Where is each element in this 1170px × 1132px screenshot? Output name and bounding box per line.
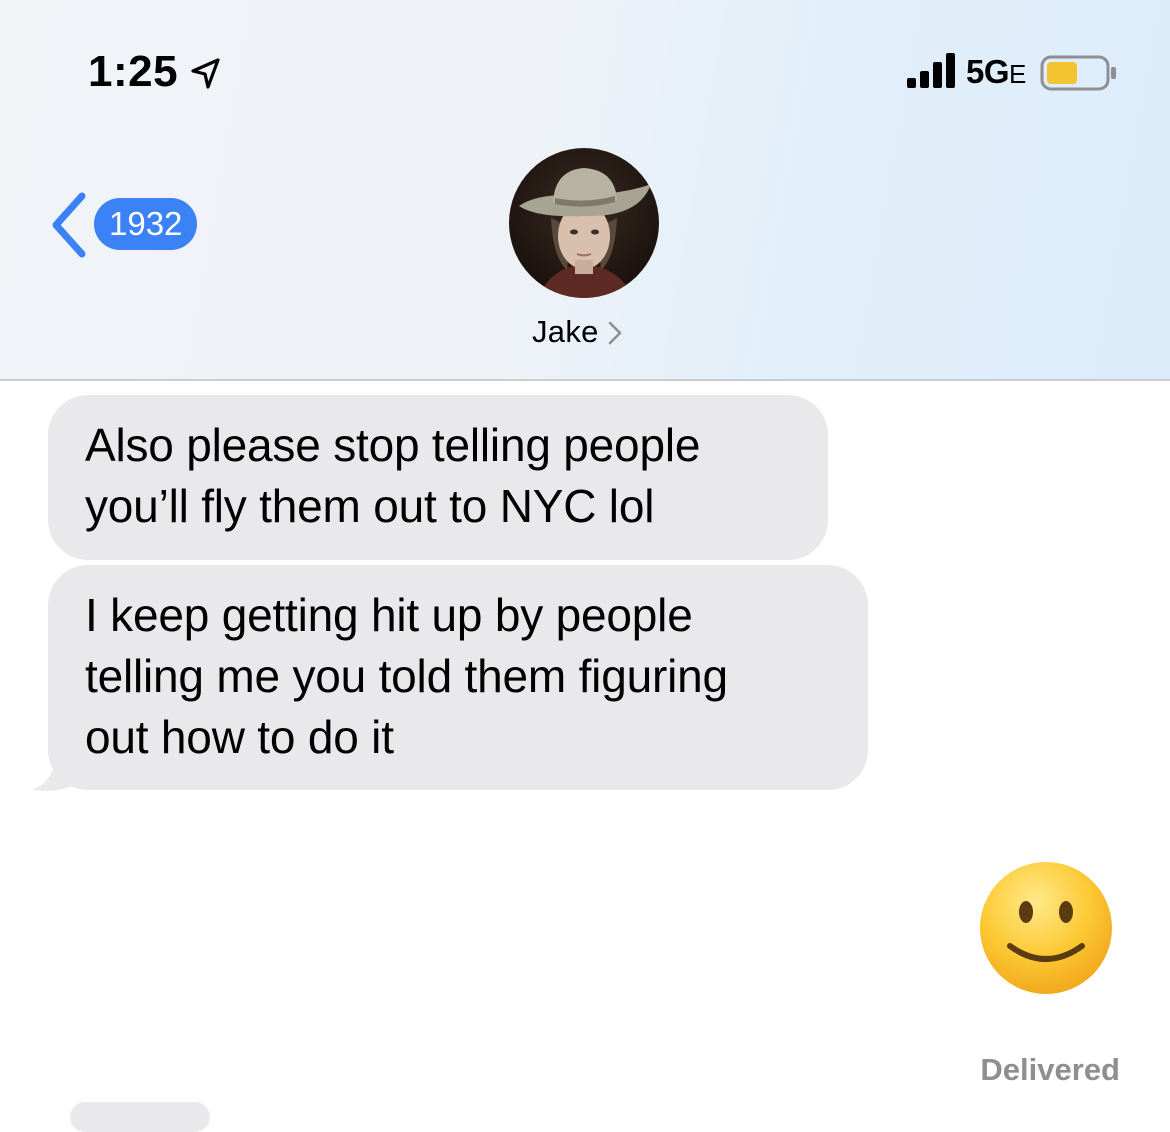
unread-count-badge: 1932 <box>94 198 198 250</box>
status-time: 1:25 <box>88 47 179 96</box>
battery-icon <box>1040 55 1116 91</box>
contact-name-button[interactable]: Jake <box>532 310 623 354</box>
contact-avatar[interactable] <box>509 148 659 298</box>
conversation-header: 1:25 5GE 1932 Jake <box>0 0 1170 381</box>
chevron-right-icon <box>608 321 621 345</box>
avatar-photo <box>509 148 659 298</box>
partial-message-bubble <box>70 1102 210 1132</box>
back-button[interactable]: 1932 <box>44 190 214 260</box>
contact-name: Jake <box>532 314 599 349</box>
incoming-message-bubble[interactable]: I keep getting hit up by people telling … <box>48 565 868 790</box>
network-type: 5GE <box>966 53 1026 90</box>
location-arrow-icon <box>191 58 220 89</box>
chevron-left-icon <box>52 192 86 258</box>
slightly-smiling-face-emoji[interactable] <box>978 860 1114 996</box>
delivery-status: Delivered <box>980 1052 1120 1087</box>
incoming-message-bubble[interactable]: Also please stop telling people you’ll f… <box>48 395 828 560</box>
signal-bars-icon <box>907 53 955 88</box>
